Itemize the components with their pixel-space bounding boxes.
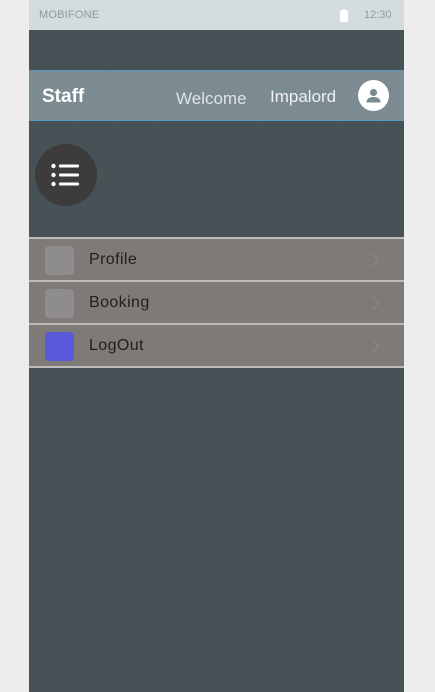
- carrier-name: MOBIFONE: [39, 9, 100, 21]
- menu-toggle-button[interactable]: [35, 144, 97, 206]
- phone-screen: MOBIFONE 12:30 Staff Welcome Impalord Pr…: [29, 0, 404, 692]
- menu-item-label: Profile: [89, 251, 138, 268]
- chevron-right-icon: [371, 295, 380, 311]
- chevron-right-icon: [371, 252, 380, 268]
- status-time: 12:30: [364, 9, 392, 21]
- list-menu-icon: [51, 163, 79, 187]
- menu-item-logout[interactable]: LogOut: [29, 323, 404, 368]
- menu-item-profile[interactable]: Profile: [29, 237, 404, 280]
- avatar[interactable]: [358, 80, 389, 111]
- menu-item-label: Booking: [89, 294, 150, 311]
- logout-icon: [45, 332, 74, 361]
- page-canvas: MOBIFONE 12:30 Staff Welcome Impalord Pr…: [0, 0, 435, 692]
- battery-icon: [340, 9, 348, 22]
- app-header: Staff Welcome Impalord: [29, 70, 404, 121]
- person-icon: [366, 88, 381, 103]
- username-label: Impalord: [270, 87, 337, 106]
- menu-item-label: LogOut: [89, 337, 144, 354]
- status-bar: MOBIFONE 12:30: [29, 0, 404, 30]
- profile-icon: [45, 246, 74, 275]
- header-title: Staff: [42, 86, 85, 107]
- welcome-label: Welcome: [176, 89, 247, 108]
- side-menu-list: Profile Booking LogOut: [29, 237, 404, 368]
- booking-icon: [45, 289, 74, 318]
- menu-item-booking[interactable]: Booking: [29, 280, 404, 323]
- chevron-right-icon: [371, 338, 380, 354]
